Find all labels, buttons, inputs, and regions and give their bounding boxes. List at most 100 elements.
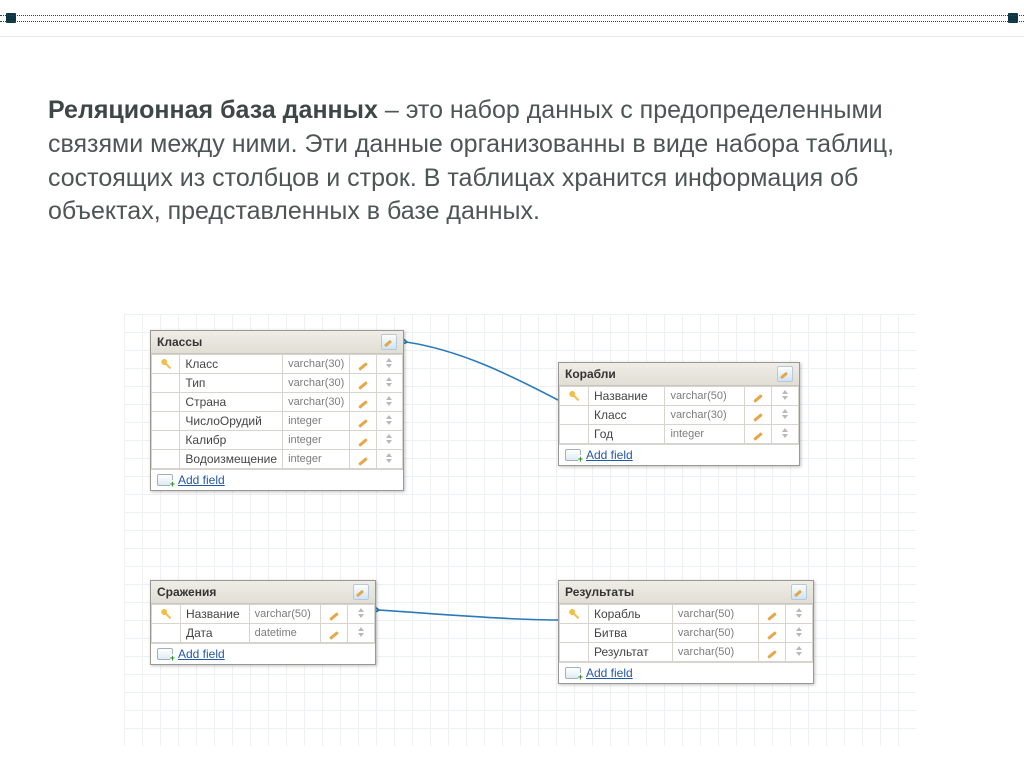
table-header[interactable]: Корабли xyxy=(559,363,799,386)
field-name[interactable]: Название xyxy=(589,387,665,406)
table-card-srazheniya[interactable]: Сражения Названиеvarchar(50) Датаdatetim… xyxy=(150,580,376,665)
field-name[interactable]: Результат xyxy=(589,643,673,662)
edit-field-icon[interactable] xyxy=(767,612,777,621)
table-row: Корабльvarchar(50) xyxy=(560,605,813,624)
field-name[interactable]: ЧислоОрудий xyxy=(180,412,283,431)
reorder-icon[interactable] xyxy=(357,608,365,618)
add-field-row[interactable]: Add field xyxy=(151,643,375,664)
edit-field-icon[interactable] xyxy=(767,631,777,640)
key-icon xyxy=(567,390,580,403)
field-name[interactable]: Название xyxy=(181,605,250,624)
reorder-icon[interactable] xyxy=(781,390,789,400)
reorder-icon[interactable] xyxy=(795,608,803,618)
table-header[interactable]: Классы xyxy=(151,331,403,354)
field-type: varchar(50) xyxy=(249,605,320,624)
slide-top-strip xyxy=(0,0,1024,37)
field-name[interactable]: Водоизмещение xyxy=(180,450,283,469)
table-row: Калибрinteger xyxy=(152,431,403,450)
edit-field-icon[interactable] xyxy=(358,362,368,371)
reorder-icon[interactable] xyxy=(385,453,393,463)
add-field-link[interactable]: Add field xyxy=(586,666,633,680)
add-field-link[interactable]: Add field xyxy=(178,647,225,661)
key-icon xyxy=(159,608,172,621)
field-name[interactable]: Год xyxy=(589,425,665,444)
field-name[interactable]: Тип xyxy=(180,374,283,393)
reorder-icon[interactable] xyxy=(385,434,393,444)
table-card-rezultaty[interactable]: Результаты Корабльvarchar(50) Битваvarch… xyxy=(558,580,814,684)
field-type: varchar(30) xyxy=(665,406,745,425)
reorder-icon[interactable] xyxy=(385,377,393,387)
field-name[interactable]: Калибр xyxy=(180,431,283,450)
table-title: Результаты xyxy=(565,585,634,599)
field-list: Названиеvarchar(50) Датаdatetime xyxy=(151,604,375,643)
reorder-icon[interactable] xyxy=(781,409,789,419)
edit-field-icon[interactable] xyxy=(767,650,777,659)
key-icon xyxy=(567,608,580,621)
add-field-icon xyxy=(565,449,581,461)
table-row: ЧислоОрудийinteger xyxy=(152,412,403,431)
field-name[interactable]: Дата xyxy=(181,624,250,643)
field-type: integer xyxy=(665,425,745,444)
field-name[interactable]: Страна xyxy=(180,393,283,412)
field-list: Классvarchar(30) Типvarchar(30) Странаva… xyxy=(151,354,403,469)
strip-endcap-right xyxy=(1008,13,1018,23)
add-field-link[interactable]: Add field xyxy=(586,448,633,462)
reorder-icon[interactable] xyxy=(385,358,393,368)
reorder-icon[interactable] xyxy=(385,396,393,406)
table-card-klassy[interactable]: Классы Классvarchar(30) Типvarchar(30) С… xyxy=(150,330,404,491)
table-card-korabli[interactable]: Корабли Названиеvarchar(50) Классvarchar… xyxy=(558,362,800,466)
table-row: Названиеvarchar(50) xyxy=(560,387,799,406)
er-diagram-canvas: Классы Классvarchar(30) Типvarchar(30) С… xyxy=(130,320,910,740)
reorder-icon[interactable] xyxy=(795,627,803,637)
reorder-icon[interactable] xyxy=(357,627,365,637)
reorder-icon[interactable] xyxy=(795,646,803,656)
edit-table-icon[interactable] xyxy=(381,334,397,350)
strip-endcap-left xyxy=(6,13,16,23)
edit-field-icon[interactable] xyxy=(329,631,339,640)
edit-field-icon[interactable] xyxy=(753,394,763,403)
add-field-icon xyxy=(157,648,173,660)
add-field-row[interactable]: Add field xyxy=(559,662,813,683)
table-row: Годinteger xyxy=(560,425,799,444)
field-type: datetime xyxy=(249,624,320,643)
field-name[interactable]: Класс xyxy=(180,355,283,374)
edit-field-icon[interactable] xyxy=(753,413,763,422)
table-row: Странаvarchar(30) xyxy=(152,393,403,412)
table-row: Водоизмещениеinteger xyxy=(152,450,403,469)
edit-table-icon[interactable] xyxy=(791,584,807,600)
field-name[interactable]: Битва xyxy=(589,624,673,643)
field-type: integer xyxy=(283,431,350,450)
field-name[interactable]: Класс xyxy=(589,406,665,425)
edit-table-icon[interactable] xyxy=(353,584,369,600)
add-field-link[interactable]: Add field xyxy=(178,473,225,487)
edit-table-icon[interactable] xyxy=(777,366,793,382)
field-type: varchar(50) xyxy=(672,643,758,662)
add-field-row[interactable]: Add field xyxy=(151,469,403,490)
field-name[interactable]: Корабль xyxy=(589,605,673,624)
field-type: varchar(30) xyxy=(283,355,350,374)
field-type: varchar(30) xyxy=(283,374,350,393)
reorder-icon[interactable] xyxy=(385,415,393,425)
edit-field-icon[interactable] xyxy=(358,400,368,409)
table-row: Датаdatetime xyxy=(152,624,375,643)
table-row: Классvarchar(30) xyxy=(152,355,403,374)
field-type: varchar(30) xyxy=(283,393,350,412)
edit-field-icon[interactable] xyxy=(329,612,339,621)
table-row: Результатvarchar(50) xyxy=(560,643,813,662)
table-header[interactable]: Результаты xyxy=(559,581,813,604)
definition-title: Реляционная база данных xyxy=(48,96,378,124)
field-type: varchar(50) xyxy=(672,624,758,643)
table-row: Классvarchar(30) xyxy=(560,406,799,425)
edit-field-icon[interactable] xyxy=(358,381,368,390)
reorder-icon[interactable] xyxy=(781,428,789,438)
field-list: Названиеvarchar(50) Классvarchar(30) Год… xyxy=(559,386,799,444)
add-field-icon xyxy=(157,474,173,486)
edit-field-icon[interactable] xyxy=(753,432,763,441)
table-header[interactable]: Сражения xyxy=(151,581,375,604)
table-row: Типvarchar(30) xyxy=(152,374,403,393)
edit-field-icon[interactable] xyxy=(358,457,368,466)
edit-field-icon[interactable] xyxy=(358,419,368,428)
field-type: varchar(50) xyxy=(672,605,758,624)
add-field-row[interactable]: Add field xyxy=(559,444,799,465)
edit-field-icon[interactable] xyxy=(358,438,368,447)
